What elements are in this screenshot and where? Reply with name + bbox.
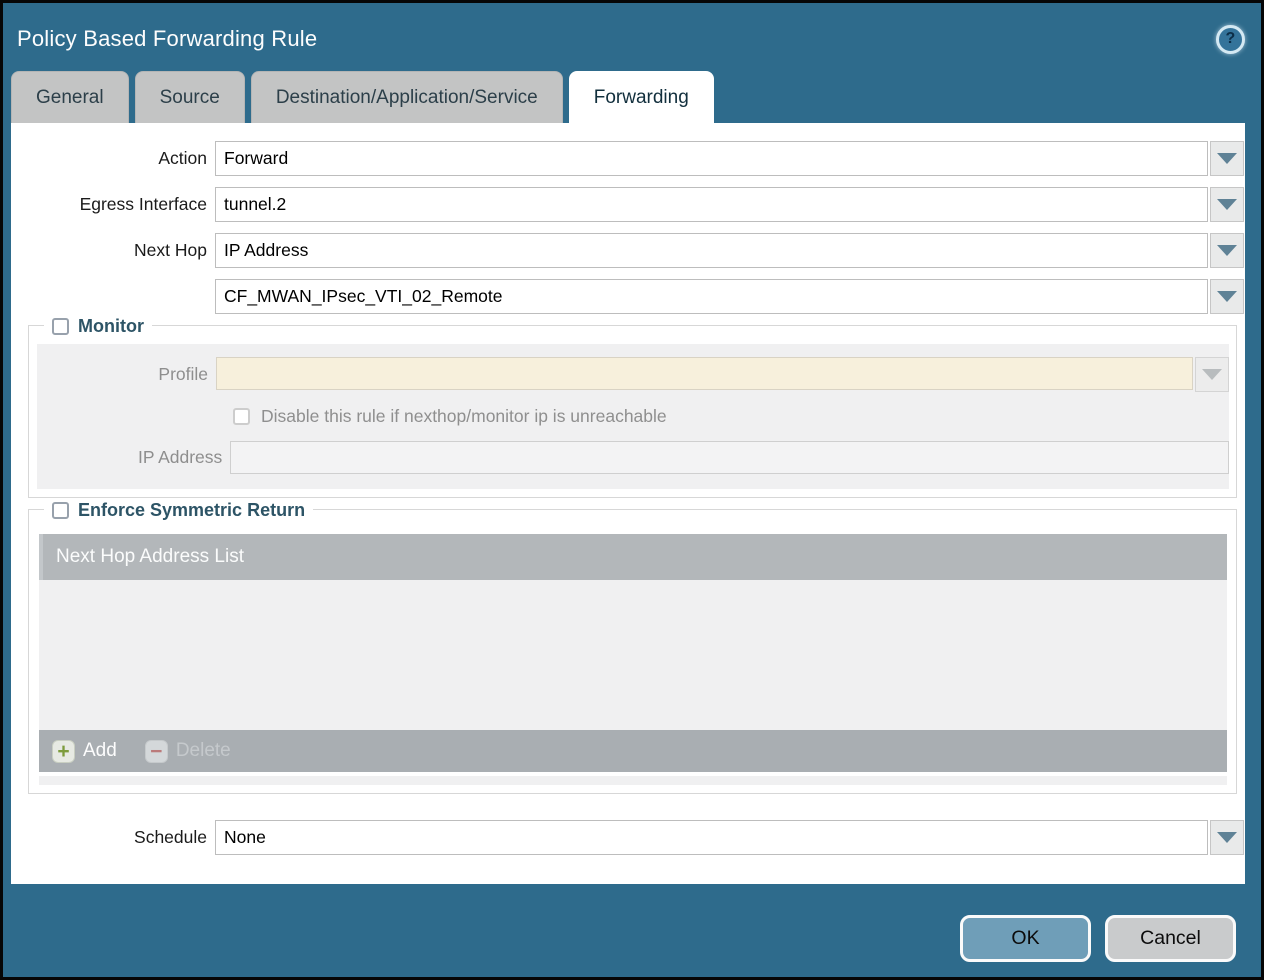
dialog-titlebar: Policy Based Forwarding Rule ?: [3, 3, 1261, 69]
egress-interface-dropdown-button[interactable]: [1210, 187, 1244, 222]
enforce-symmetric-return-legend: Enforce Symmetric Return: [44, 500, 313, 521]
monitor-checkbox[interactable]: [52, 318, 69, 335]
add-button[interactable]: + Add: [52, 740, 117, 763]
action-label: Action: [11, 148, 207, 169]
next-hop-type-input[interactable]: [215, 233, 1208, 268]
disable-rule-row: Disable this rule if nexthop/monitor ip …: [233, 406, 1229, 427]
next-hop-address-input[interactable]: [215, 279, 1208, 314]
monitor-ip-row: IP Address: [37, 441, 1229, 474]
chevron-down-icon: [1217, 199, 1237, 210]
enforce-symmetric-return-group: Enforce Symmetric Return Next Hop Addres…: [28, 509, 1237, 794]
disable-rule-label: Disable this rule if nexthop/monitor ip …: [261, 406, 667, 427]
profile-combo: [216, 357, 1229, 392]
next-hop-address-row: [11, 279, 1245, 314]
schedule-label: Schedule: [11, 827, 207, 848]
dialog-title: Policy Based Forwarding Rule: [17, 26, 317, 52]
tab-bar: General Source Destination/Application/S…: [11, 71, 1245, 123]
monitor-legend: Monitor: [44, 316, 152, 337]
chevron-down-icon: [1202, 369, 1222, 380]
egress-interface-combo: [215, 187, 1244, 222]
next-hop-combo: [215, 233, 1244, 268]
disable-rule-checkbox: [233, 408, 250, 425]
next-hop-address-list-header: Next Hop Address List: [39, 534, 1227, 580]
schedule-row: Schedule: [11, 820, 1245, 855]
schedule-input[interactable]: [215, 820, 1208, 855]
next-hop-address-dropdown-button[interactable]: [1210, 279, 1244, 314]
ok-button[interactable]: OK: [960, 915, 1091, 962]
chevron-down-icon: [1217, 832, 1237, 843]
tab-destination-application-service[interactable]: Destination/Application/Service: [251, 71, 563, 123]
minus-icon: −: [145, 740, 168, 763]
egress-interface-input[interactable]: [215, 187, 1208, 222]
chevron-down-icon: [1217, 245, 1237, 256]
tab-general[interactable]: General: [11, 71, 129, 123]
tab-forwarding[interactable]: Forwarding: [569, 71, 714, 123]
help-icon[interactable]: ?: [1216, 25, 1245, 54]
dialog-action-bar: OK Cancel: [960, 915, 1236, 962]
delete-button: − Delete: [145, 740, 231, 763]
enforce-symmetric-return-checkbox[interactable]: [52, 502, 69, 519]
profile-label: Profile: [37, 364, 208, 385]
action-combo: [215, 141, 1244, 176]
add-button-label: Add: [83, 740, 117, 762]
tab-general-label: General: [36, 87, 104, 109]
delete-button-label: Delete: [176, 740, 231, 762]
next-hop-dropdown-button[interactable]: [1210, 233, 1244, 268]
tab-source-label: Source: [160, 87, 220, 109]
next-hop-address-list-header-label: Next Hop Address List: [56, 546, 244, 568]
next-hop-row: Next Hop: [11, 233, 1245, 268]
egress-interface-row: Egress Interface: [11, 187, 1245, 222]
plus-icon: +: [52, 740, 75, 763]
monitor-ip-input: [230, 441, 1229, 474]
tab-source[interactable]: Source: [135, 71, 245, 123]
monitor-ip-label: IP Address: [37, 447, 222, 468]
profile-input: [216, 357, 1193, 390]
chevron-down-icon: [1217, 291, 1237, 302]
enforce-symmetric-return-legend-label: Enforce Symmetric Return: [78, 500, 305, 521]
monitor-legend-label: Monitor: [78, 316, 144, 337]
schedule-combo: [215, 820, 1244, 855]
next-hop-address-list-table: Next Hop Address List + Add − Delete: [39, 534, 1227, 785]
help-glyph: ?: [1226, 30, 1236, 48]
action-dropdown-button[interactable]: [1210, 141, 1244, 176]
tab-forwarding-label: Forwarding: [594, 87, 689, 109]
action-input[interactable]: [215, 141, 1208, 176]
next-hop-address-list-body[interactable]: [39, 580, 1227, 730]
cancel-button[interactable]: Cancel: [1105, 915, 1236, 962]
profile-dropdown-button: [1195, 357, 1229, 392]
next-hop-address-list-footer: + Add − Delete: [39, 730, 1227, 772]
schedule-dropdown-button[interactable]: [1210, 820, 1244, 855]
action-row: Action: [11, 141, 1245, 176]
table-bottom-strip: [39, 776, 1227, 785]
monitor-group: Monitor Profile Disable this rule if nex…: [28, 325, 1237, 498]
next-hop-address-combo: [215, 279, 1244, 314]
forwarding-tab-panel: Action Egress Interface Next Hop: [11, 123, 1245, 884]
pbf-rule-dialog: Policy Based Forwarding Rule ? General S…: [0, 0, 1264, 980]
next-hop-label: Next Hop: [11, 240, 207, 261]
tab-destination-application-service-label: Destination/Application/Service: [276, 87, 538, 109]
chevron-down-icon: [1217, 153, 1237, 164]
profile-row: Profile: [37, 357, 1229, 392]
egress-interface-label: Egress Interface: [11, 194, 207, 215]
monitor-panel: Profile Disable this rule if nexthop/mon…: [37, 344, 1229, 489]
